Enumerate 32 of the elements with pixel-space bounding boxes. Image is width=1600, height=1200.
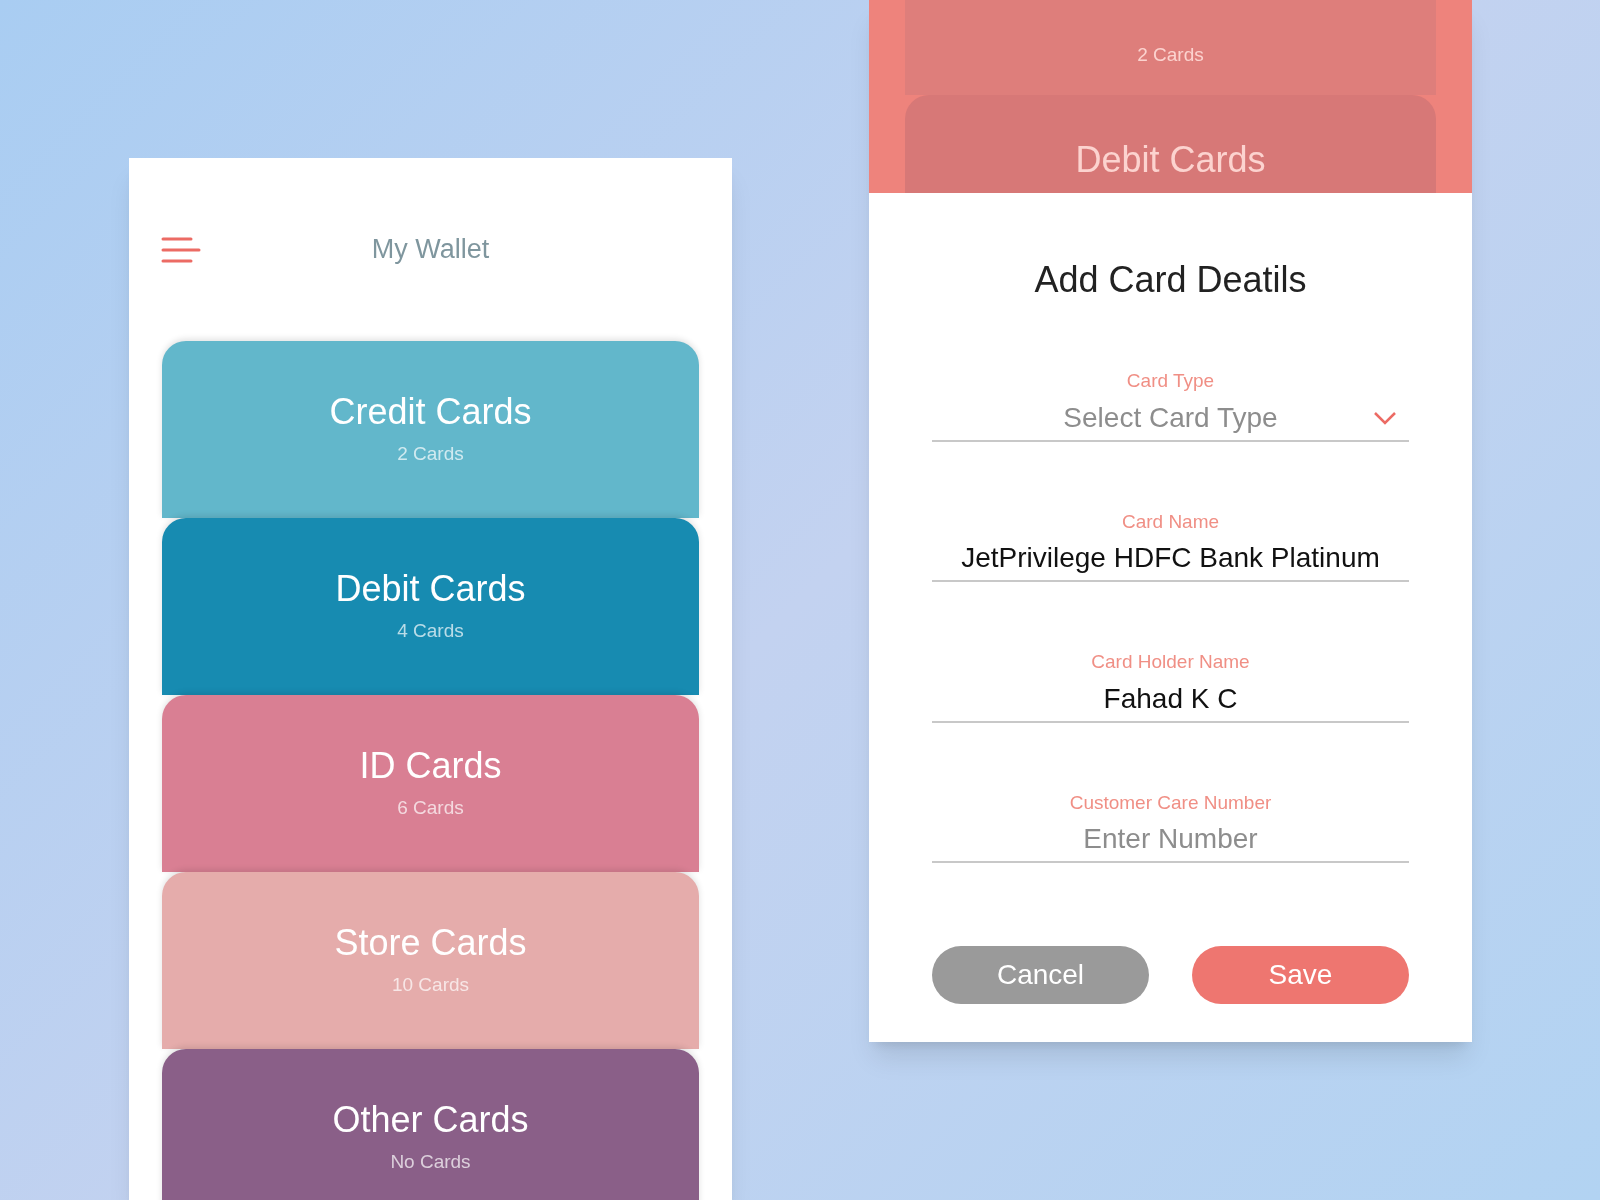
menu-icon[interactable] [161,235,201,264]
faded-count: 2 Cards [1137,42,1204,67]
category-count: No Cards [390,1150,471,1174]
input-field[interactable]: JetPrivilege HDFC Bank Platinum [932,536,1409,582]
form-title: Add Card Deatils [1034,258,1307,302]
category-count: 4 Cards [397,619,464,643]
card-category[interactable]: Other Cards No Cards [162,1049,699,1200]
field-label: Card Type [1126,369,1215,393]
input-field[interactable]: Fahad K C [932,676,1409,723]
category-title: ID Cards [359,744,502,788]
category-count: 6 Cards [397,796,464,820]
card-type-select[interactable]: Select Card Type [932,395,1409,442]
screen-title: My Wallet [370,233,491,267]
category-count: 10 Cards [391,973,470,997]
faded-title: Debit Cards [1075,138,1266,182]
field-label: Card Holder Name [1091,650,1250,674]
select-placeholder: Select Card Type [1062,400,1279,435]
field-label: Card Name [1121,509,1220,534]
category-title: Credit Cards [329,390,532,434]
field-label: Customer Care Number [1069,790,1272,815]
card-category[interactable]: ID Cards 6 Cards [162,695,699,872]
card-category[interactable]: Store Cards 10 Cards [162,872,699,1049]
chevron-down-icon [1373,410,1397,425]
save-button[interactable]: Save [1192,946,1409,1004]
category-count: 2 Cards [397,442,464,466]
category-title: Other Cards [332,1098,529,1142]
input-field[interactable]: Enter Number [932,817,1409,863]
card-category[interactable]: Credit Cards 2 Cards [162,341,699,518]
category-title: Store Cards [334,921,527,965]
card-category[interactable]: Debit Cards 4 Cards [162,518,699,695]
category-title: Debit Cards [335,567,526,611]
cancel-button[interactable]: Cancel [932,946,1149,1004]
